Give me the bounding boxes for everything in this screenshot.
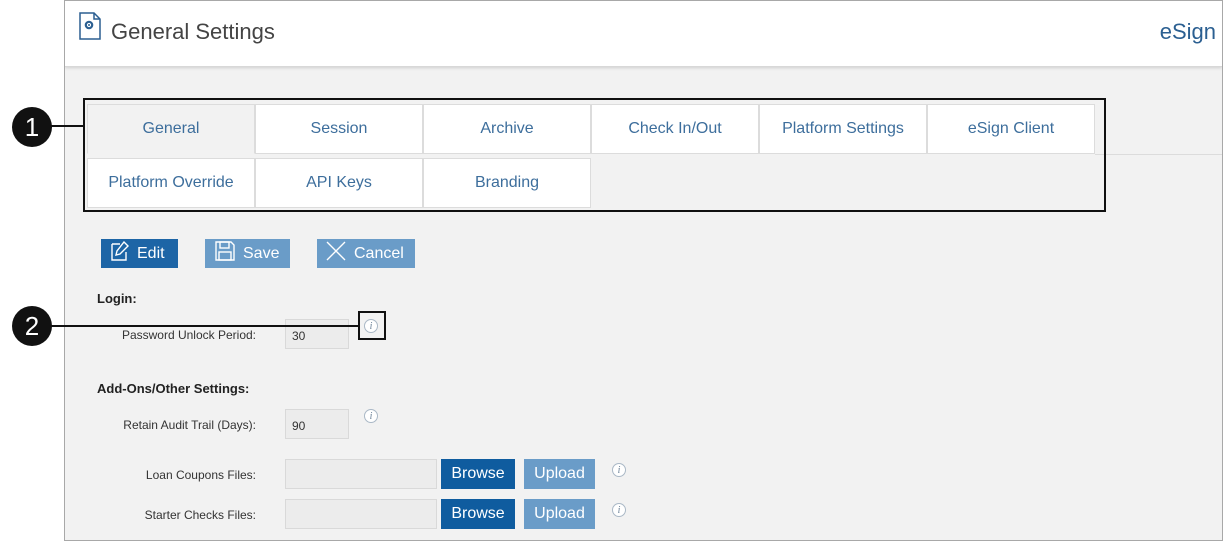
callout-1-badge: 1 (12, 107, 52, 147)
page-header: General Settings eSign (65, 1, 1222, 67)
callout-1-box (83, 98, 1106, 212)
brand-label: eSign (1159, 19, 1216, 44)
save-button[interactable]: Save (205, 239, 290, 268)
loan-coupons-upload-button[interactable]: Upload (524, 459, 595, 489)
starter-checks-label: Starter Checks Files: (144, 508, 256, 522)
retain-audit-label: Retain Audit Trail (Days): (123, 418, 256, 432)
settings-window: General Settings eSign General Session A… (64, 0, 1223, 541)
password-unlock-field[interactable]: 30 (285, 319, 349, 349)
starter-checks-browse-button[interactable]: Browse (441, 499, 515, 529)
save-icon (215, 241, 243, 266)
callout-2-line (50, 325, 360, 327)
cancel-button-label: Cancel (354, 244, 404, 262)
cancel-icon (326, 241, 354, 266)
edit-button[interactable]: Edit (101, 239, 178, 268)
cancel-button[interactable]: Cancel (317, 239, 415, 268)
info-icon[interactable]: i (612, 463, 626, 477)
page-title: General Settings (111, 19, 275, 44)
save-button-label: Save (243, 244, 280, 262)
password-unlock-label: Password Unlock Period: (121, 328, 256, 342)
info-icon[interactable]: i (364, 409, 378, 423)
edit-icon (111, 240, 137, 266)
loan-coupons-browse-button[interactable]: Browse (441, 459, 515, 489)
loan-coupons-label: Loan Coupons Files: (145, 468, 256, 482)
tab-divider (1095, 154, 1222, 155)
callout-2-box (358, 311, 386, 340)
retain-audit-field[interactable]: 90 (285, 409, 349, 439)
settings-page-icon (79, 12, 101, 40)
addons-section-heading: Add-Ons/Other Settings: (97, 381, 250, 396)
login-section-heading: Login: (97, 291, 137, 306)
starter-checks-upload-button[interactable]: Upload (524, 499, 595, 529)
info-icon[interactable]: i (612, 503, 626, 517)
starter-checks-file-field[interactable] (285, 499, 437, 529)
callout-2-badge: 2 (12, 306, 52, 346)
loan-coupons-file-field[interactable] (285, 459, 437, 489)
edit-button-label: Edit (137, 244, 165, 262)
callout-1-line (50, 125, 85, 127)
